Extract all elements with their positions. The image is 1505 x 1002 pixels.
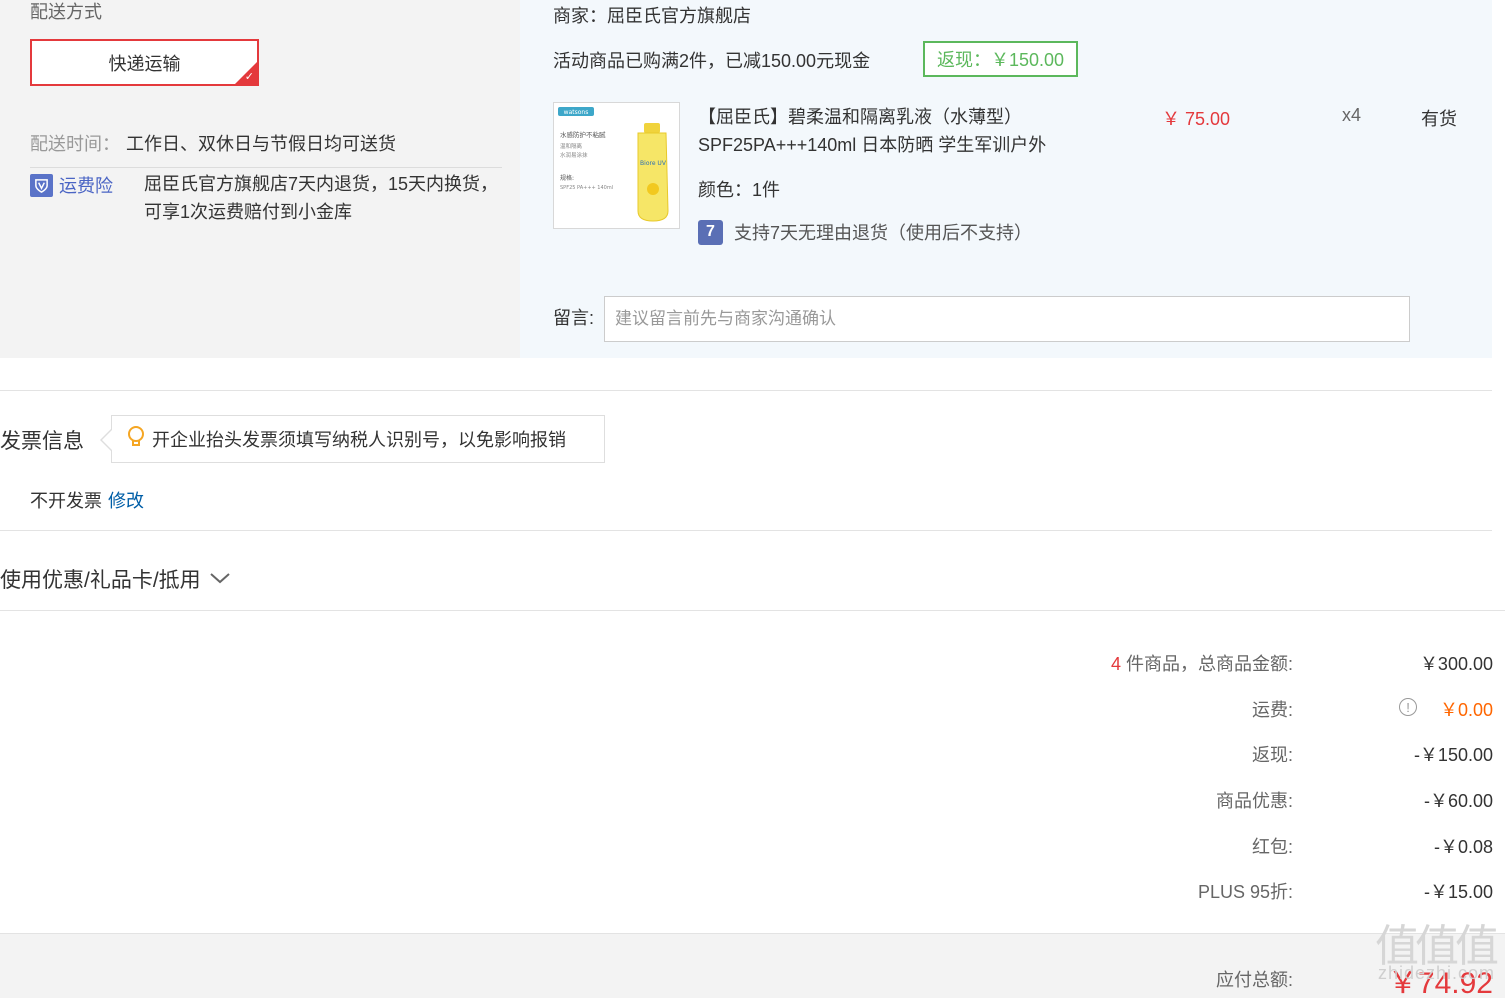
- thumb-line3: 水润易涂抹: [560, 151, 588, 159]
- invoice-tip-text: 开企业抬头发票须填写纳税人识别号，以免影响报销: [152, 430, 566, 450]
- seven-day-return-icon: 7: [698, 219, 723, 245]
- summary-shipping-value: ￥0.00: [1439, 700, 1493, 720]
- invoice-tip: 开企业抬头发票须填写纳税人识别号，以免影响报销: [100, 415, 605, 463]
- shipping-insurance-label: 运费险: [59, 176, 113, 196]
- coupon-toggle[interactable]: 使用优惠/礼品卡/抵用: [0, 564, 231, 594]
- delivery-time-value: 工作日、双休日与节假日均可送货: [126, 134, 396, 154]
- invoice-edit-link[interactable]: 修改: [108, 491, 144, 511]
- product-title[interactable]: 【屈臣氏】碧柔温和隔离乳液（水薄型）SPF25PA+++140ml 日本防晒 学…: [698, 103, 1138, 159]
- section-divider: [0, 390, 1492, 391]
- delivery-time: 配送时间： 工作日、双休日与节假日均可送货: [30, 130, 396, 156]
- summary-plus-value: -￥15.00: [1423, 882, 1493, 902]
- tip-arrow-inner: [102, 429, 113, 451]
- delivery-time-label: 配送时间：: [30, 134, 120, 154]
- summary-items-text: 件商品，总商品金额:: [1125, 654, 1293, 674]
- product-image: watsons 水感防护不粘腻 温和隔离 水润易涂抹 规格: SPF25 PA+…: [554, 103, 679, 228]
- thumb-line1: 水感防护不粘腻: [560, 130, 606, 139]
- invoice-status-text: 不开发票: [30, 491, 102, 511]
- shield-icon: [30, 173, 53, 197]
- product-color: 颜色：1件: [698, 180, 781, 200]
- thumb-line2: 温和隔离: [560, 142, 583, 150]
- summary-item-count: 4: [1110, 654, 1121, 674]
- shipping-insurance-text: 屈臣氏官方旗舰店7天内退货，15天内换货，可享1次运费赔付到小金库: [144, 174, 499, 222]
- product-quantity: x4: [1342, 105, 1362, 125]
- summary-discount-value: -￥60.00: [1423, 791, 1493, 811]
- seven-day-return-icon-text: 7: [706, 223, 715, 240]
- thumb-line5: SPF25 PA+++ 140ml: [560, 185, 613, 191]
- summary-items-value: ￥300.00: [1419, 654, 1493, 674]
- product-thumbnail[interactable]: watsons 水感防护不粘腻 温和隔离 水润易涂抹 规格: SPF25 PA+…: [553, 102, 680, 229]
- shipping-option-label: 快递运输: [108, 53, 181, 74]
- return-policy-text: 支持7天无理由退货（使用后不支持）: [734, 223, 1033, 243]
- check-icon: ✓: [244, 71, 254, 83]
- coupon-label: 使用优惠/礼品卡/抵用: [0, 569, 201, 592]
- divider: [30, 167, 502, 168]
- chevron-down-icon: [209, 567, 231, 591]
- watermark-text: zhidezhi.com: [1377, 963, 1495, 983]
- total-label: 应付总额:: [1215, 970, 1293, 990]
- return-policy: 7 支持7天无理由退货（使用后不支持）: [698, 219, 1032, 245]
- message-input[interactable]: [604, 296, 1410, 342]
- message-label: 留言:: [553, 308, 595, 328]
- summary-discount-label: 商品优惠:: [1215, 791, 1293, 811]
- cashback-tag: 返现：￥150.00: [923, 41, 1079, 77]
- summary-cashback-label: 返现:: [1251, 745, 1293, 765]
- invoice-status: 不开发票 修改: [30, 487, 144, 513]
- thumb-bottle-label: Biore UV: [640, 160, 667, 167]
- summary-shipping-label: 运费:: [1251, 700, 1293, 720]
- merchant-name: 商家：屈臣氏官方旗舰店: [553, 6, 751, 26]
- summary-redpacket-label: 红包:: [1251, 837, 1293, 857]
- section-divider: [0, 530, 1492, 531]
- shipping-method-label: 配送方式: [30, 2, 102, 22]
- summary-redpacket-value: -￥0.08: [1433, 837, 1493, 857]
- summary-cashback-value: -￥150.00: [1413, 745, 1493, 765]
- lightbulb-icon: [126, 425, 146, 454]
- shipping-insurance-badge[interactable]: 运费险: [30, 172, 113, 198]
- product-stock-status: 有货: [1421, 109, 1457, 129]
- product-price: ￥ 75.00: [1162, 109, 1231, 129]
- summary-plus-label: PLUS 95折:: [1197, 882, 1293, 902]
- promo-text: 活动商品已购满2件，已减150.00元现金: [553, 51, 871, 71]
- section-divider: [0, 610, 1505, 611]
- invoice-title: 发票信息: [0, 430, 84, 453]
- thumb-brand: watsons: [564, 109, 589, 116]
- summary-items-label: 4 件商品，总商品金额:: [1111, 650, 1293, 676]
- thumb-line4: 规格:: [560, 174, 574, 182]
- shipping-option-express[interactable]: 快递运输 ✓: [30, 39, 259, 86]
- info-icon[interactable]: !: [1399, 698, 1417, 716]
